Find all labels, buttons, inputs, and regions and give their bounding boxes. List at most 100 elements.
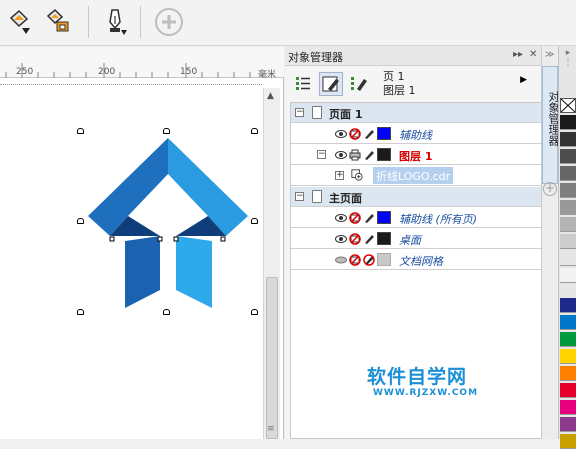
palette-no-fill-swatch[interactable] <box>560 98 576 113</box>
print-disabled-icon[interactable] <box>349 128 361 140</box>
docker-tab-strip: ≫ 对象管理器 + <box>541 46 560 439</box>
palette-color-swatch[interactable] <box>560 268 576 283</box>
page-icon <box>312 190 322 203</box>
pen-tool-icon[interactable] <box>97 6 131 38</box>
selection-handle[interactable] <box>163 128 170 134</box>
visibility-eye-icon[interactable] <box>335 149 347 161</box>
hidden-eye-icon[interactable] <box>335 254 347 266</box>
scroll-grip-icon: ≡ <box>267 424 275 434</box>
print-disabled-icon[interactable] <box>349 212 361 224</box>
palette-color-swatch[interactable] <box>560 366 576 381</box>
palette-color-swatch[interactable] <box>560 149 576 164</box>
ruler-label: 200 <box>98 67 116 77</box>
selection-handle[interactable] <box>163 309 170 315</box>
edit-across-layers-icon[interactable] <box>319 72 343 96</box>
fill-icon[interactable] <box>4 6 38 38</box>
ruler-label: 150 <box>180 67 198 77</box>
logo-left-leg <box>125 236 160 308</box>
palette-color-swatch[interactable] <box>560 217 576 232</box>
add-icon[interactable] <box>152 6 186 38</box>
edit-pencil-icon[interactable] <box>363 149 375 161</box>
current-page-info: 页 1 图层 1 <box>383 70 416 98</box>
edit-pencil-icon[interactable] <box>363 128 375 140</box>
tree-row-master-page[interactable]: − 主页面 <box>291 187 542 207</box>
add-docker-icon[interactable]: + <box>543 182 557 196</box>
palette-color-swatch[interactable] <box>560 417 576 432</box>
edit-pencil-icon[interactable] <box>363 212 375 224</box>
palette-color-swatch[interactable] <box>560 298 576 313</box>
palette-color-swatch[interactable] <box>560 434 576 449</box>
object-name-selected[interactable]: 折线LOGO.cdr <box>373 167 454 184</box>
edit-disabled-icon[interactable] <box>363 254 375 266</box>
arrow-logo[interactable] <box>88 138 253 308</box>
page1-label: 页面 1 <box>329 108 363 121</box>
selection-handle[interactable] <box>251 309 258 315</box>
guides-label: 辅助线 <box>399 129 432 142</box>
palette-color-swatch[interactable] <box>560 251 576 266</box>
tree-row-guides-all[interactable]: 辅助线 (所有页) <box>291 208 542 228</box>
drawing-canvas[interactable]: 250 200 150 毫米 ▲ ≡ <box>0 47 284 439</box>
collapse-toggle-icon[interactable]: − <box>295 192 304 201</box>
scroll-up-icon[interactable]: ▲ <box>267 91 274 101</box>
collapse-toggle-icon[interactable]: − <box>317 150 326 159</box>
edit-pencil-icon[interactable] <box>363 233 375 245</box>
ruler-unit: 毫米 <box>257 70 276 80</box>
palette-color-swatch[interactable] <box>560 349 576 364</box>
grid-color-swatch <box>377 253 391 266</box>
show-properties-icon[interactable] <box>291 72 315 96</box>
toolbar-separator <box>140 6 141 38</box>
tree-row-object[interactable]: + 折线LOGO.cdr <box>291 166 542 186</box>
palette-color-swatch[interactable] <box>560 200 576 215</box>
selection-handle[interactable] <box>77 128 84 134</box>
tree-row-guides[interactable]: 辅助线 <box>291 124 542 144</box>
printer-icon[interactable] <box>349 149 361 161</box>
palette-color-swatch[interactable] <box>560 132 576 147</box>
layer-color-swatch <box>377 148 391 161</box>
layer1-label: 图层 1 <box>399 150 433 163</box>
selection-handle[interactable] <box>251 128 258 134</box>
print-disabled-icon[interactable] <box>349 233 361 245</box>
horizontal-ruler: 250 200 150 毫米 <box>0 47 284 80</box>
panel-title: 对象管理器 <box>288 51 343 64</box>
close-icon[interactable]: ✕ <box>529 49 537 60</box>
palette-color-swatch[interactable] <box>560 315 576 330</box>
layer-manager-view-icon[interactable] <box>347 72 371 96</box>
palette-color-swatch[interactable] <box>560 166 576 181</box>
desktop-label: 桌面 <box>399 234 421 247</box>
expand-toggle-icon[interactable]: + <box>335 171 344 180</box>
logo-right-leg <box>176 236 212 308</box>
collapse-toggle-icon[interactable]: − <box>295 108 304 117</box>
guides-all-color-swatch <box>377 211 391 224</box>
palette-color-swatch[interactable] <box>560 115 576 130</box>
palette-color-swatch[interactable] <box>560 183 576 198</box>
page-label: 页 1 <box>383 70 405 83</box>
tree-row-desktop[interactable]: 桌面 <box>291 229 542 249</box>
tree-row-document-grid[interactable]: 文档网格 <box>291 250 542 270</box>
vertical-scrollbar[interactable]: ▲ ≡ <box>263 88 280 439</box>
tab-scroll-icon[interactable]: ≫ <box>545 50 554 60</box>
palette-menu-icon[interactable]: ▸ ⋮ <box>560 48 576 96</box>
scroll-thumb[interactable] <box>266 277 278 439</box>
palette-color-swatch[interactable] <box>560 332 576 347</box>
tree-row-page1[interactable]: − 页面 1 <box>291 103 542 123</box>
ruler-label: 250 <box>16 67 34 77</box>
visibility-eye-icon[interactable] <box>335 128 347 140</box>
selection-handle[interactable] <box>77 218 84 224</box>
tab-object-manager[interactable]: 对象管理器 <box>542 66 560 184</box>
fill-copy-icon[interactable] <box>42 6 76 38</box>
master-page-label: 主页面 <box>329 192 362 205</box>
print-disabled-icon[interactable] <box>349 254 361 266</box>
collapse-icon[interactable]: ▸▸ <box>513 49 523 60</box>
panel-toolbar: 页 1 图层 1 ▶ <box>285 67 541 101</box>
selection-handle[interactable] <box>77 309 84 315</box>
panel-menu-arrow-icon[interactable]: ▶ <box>520 75 527 85</box>
guides-all-label: 辅助线 (所有页) <box>399 213 478 226</box>
palette-color-swatch[interactable] <box>560 234 576 249</box>
palette-color-swatch[interactable] <box>560 383 576 398</box>
visibility-eye-icon[interactable] <box>335 212 347 224</box>
visibility-eye-icon[interactable] <box>335 233 347 245</box>
tree-row-layer1[interactable]: − 图层 1 <box>291 145 542 165</box>
palette-color-swatch[interactable] <box>560 400 576 415</box>
desktop-color-swatch <box>377 232 391 245</box>
top-toolbar <box>0 0 576 46</box>
